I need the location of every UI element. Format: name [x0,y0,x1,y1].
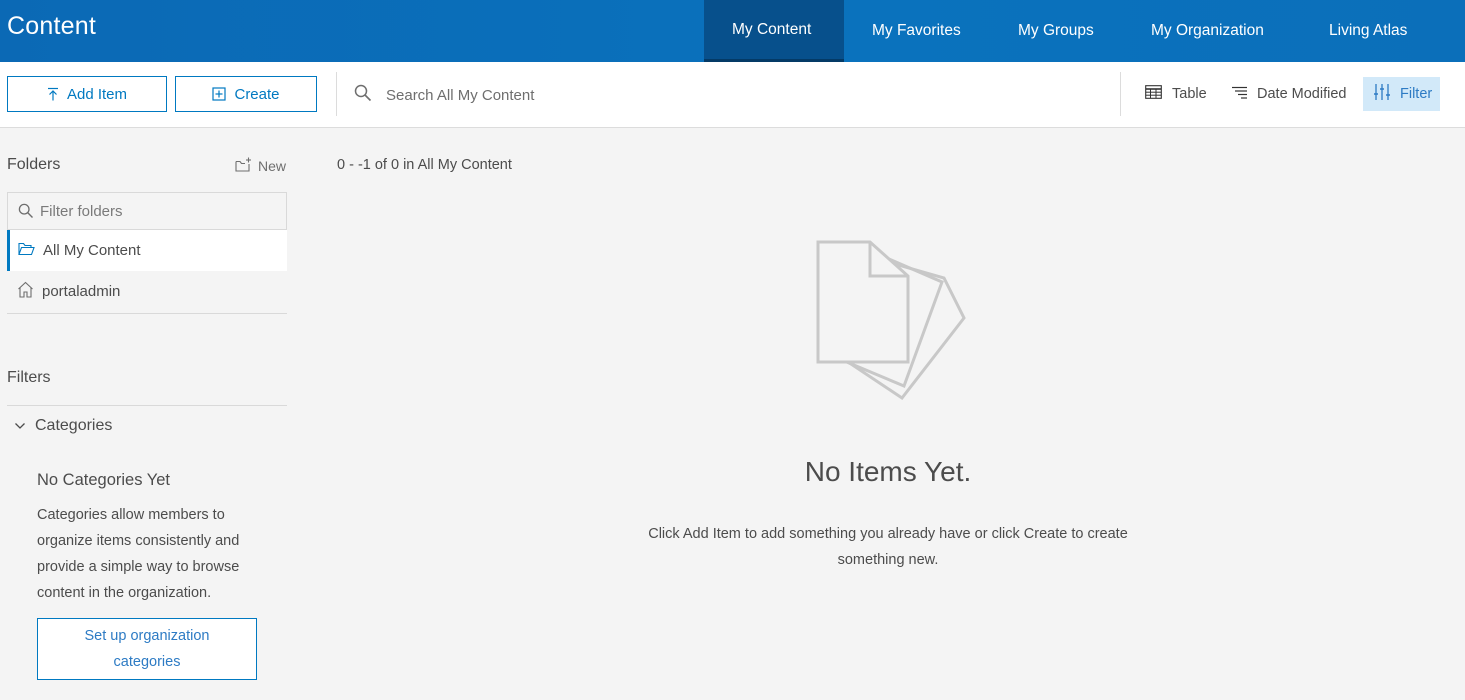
new-folder-label: New [258,158,287,174]
home-icon [17,281,34,302]
folder-filter-input[interactable] [40,201,280,221]
view-table-button[interactable]: Table [1145,78,1207,110]
tab-label: Living Atlas [1329,22,1408,39]
app-title: Content [7,12,96,40]
folder-label: All My Content [43,242,141,259]
empty-state-title: No Items Yet. [804,456,972,487]
setup-categories-button[interactable]: Set up organization categories [37,618,257,680]
empty-state-description: Click Add Item to add something you alre… [648,526,1128,568]
tab-my-organization[interactable]: My Organization [1127,0,1302,62]
folder-filter-field [7,192,287,230]
table-icon [1145,85,1162,103]
tab-my-content[interactable]: My Content [704,0,844,62]
setup-categories-label: Set up organization categories [84,628,210,670]
tab-label: My Favorites [872,22,961,39]
filter-button[interactable]: Filter [1363,77,1440,111]
add-item-button[interactable]: Add Item [7,76,167,112]
results-count: 0 - -1 of 0 in All My Content [337,157,512,173]
sort-icon [1232,86,1247,103]
folders-heading: Folders [7,156,61,173]
categories-label: Categories [35,417,113,434]
top-nav: My Content My Favorites My Groups My Org… [704,0,1465,62]
top-header: Content My Content My Favorites My Group… [0,0,1465,62]
empty-documents-icon [812,236,972,411]
no-categories-title: No Categories Yet [37,471,171,489]
plus-square-icon [212,87,227,101]
tab-label: My Groups [1018,22,1094,39]
chevron-down-icon [14,417,26,435]
search-icon [354,84,372,107]
folder-item-portaladmin[interactable]: portaladmin [7,271,287,312]
tab-living-atlas[interactable]: Living Atlas [1302,0,1465,62]
no-categories-description: Categories allow members to organize ite… [37,507,240,601]
add-folder-icon [235,157,252,175]
sliders-icon [1374,84,1390,104]
divider [7,405,287,406]
divider [336,72,337,116]
tab-my-groups[interactable]: My Groups [991,0,1127,62]
search-icon [18,203,34,224]
toolbar: Add Item Create Table Date Modified Filt… [0,62,1465,128]
tab-label: My Content [732,20,812,38]
create-label: Create [234,85,280,103]
folder-label: portaladmin [42,283,121,300]
sort-button[interactable]: Date Modified [1232,78,1346,110]
folder-item-all-my-content[interactable]: All My Content [7,230,287,271]
search-input[interactable] [386,82,1086,108]
upload-icon [47,87,59,101]
filter-label: Filter [1400,86,1433,102]
folder-open-icon [18,242,35,260]
filters-heading: Filters [7,369,51,386]
create-button[interactable]: Create [175,76,317,112]
tab-label: My Organization [1151,22,1264,39]
tab-my-favorites[interactable]: My Favorites [844,0,991,62]
view-label: Table [1172,86,1207,102]
categories-toggle[interactable]: Categories [14,417,112,435]
new-folder-button[interactable]: New [235,157,286,175]
add-item-label: Add Item [66,85,128,103]
divider [7,313,287,314]
sort-label: Date Modified [1257,86,1347,102]
divider [1120,72,1121,116]
